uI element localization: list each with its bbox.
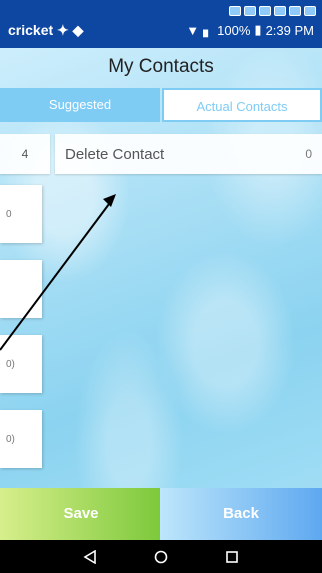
save-button[interactable]: Save	[0, 488, 162, 540]
side-card[interactable]: 0	[0, 185, 42, 243]
delete-contact-row[interactable]: Delete Contact 0	[55, 134, 322, 174]
carrier-label: cricket ✦ ◆	[8, 22, 83, 39]
notification-icon	[244, 6, 256, 16]
side-card[interactable]: 0)	[0, 410, 42, 468]
signal-icon: ▖	[203, 22, 214, 37]
back-button[interactable]: Back	[160, 488, 322, 540]
button-bar: Save Back	[0, 488, 322, 540]
battery-icon: ▮	[254, 22, 262, 37]
wifi-icon: ▼	[186, 22, 200, 38]
row-index: 4	[0, 134, 50, 174]
notification-icon	[259, 6, 271, 16]
usb-icon: ✦	[57, 22, 69, 38]
recents-square-icon[interactable]	[202, 540, 262, 573]
delete-contact-label: Delete Contact	[65, 145, 165, 163]
back-triangle-icon[interactable]	[60, 540, 120, 573]
home-circle-icon[interactable]	[131, 540, 191, 573]
notification-icon	[229, 6, 241, 16]
status-bar: cricket ✦ ◆ ▼ ▖ 100% ▮ 2:39 PM	[0, 0, 322, 48]
notification-icon	[274, 6, 286, 16]
android-nav-bar	[0, 540, 322, 573]
status-right: ▼ ▖ 100% ▮ 2:39 PM	[186, 22, 314, 38]
tab-suggested[interactable]: Suggested	[0, 88, 160, 122]
side-card[interactable]	[0, 260, 42, 318]
delete-contact-count: 0	[305, 147, 312, 161]
battery-percent: 100%	[217, 22, 251, 38]
notification-icons	[229, 6, 316, 16]
side-card[interactable]: 0)	[0, 335, 42, 393]
tab-actual-contacts[interactable]: Actual Contacts	[162, 88, 322, 122]
carrier-name: cricket	[8, 22, 54, 38]
notification-icon	[289, 6, 301, 16]
tab-bar: Suggested Actual Contacts	[0, 88, 322, 122]
page-title: My Contacts	[108, 56, 214, 77]
android-icon: ◆	[72, 22, 84, 38]
notification-icon	[304, 6, 316, 16]
clock: 2:39 PM	[265, 22, 314, 38]
